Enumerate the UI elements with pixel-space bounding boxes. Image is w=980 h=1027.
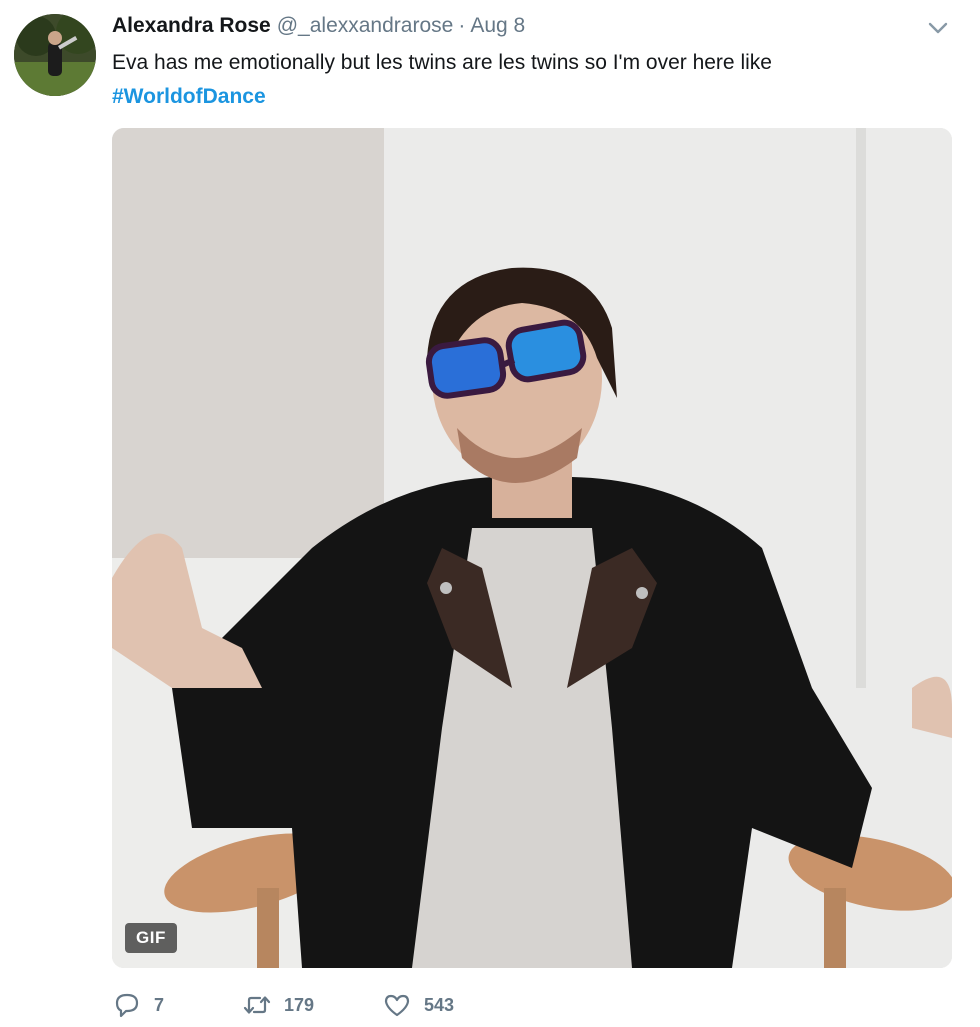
tweet-header: Alexandra Rose @_alexxandrarose · Aug 8: [112, 14, 525, 44]
hashtag-link[interactable]: #WorldofDance: [112, 82, 266, 112]
avatar-photo: [14, 14, 96, 96]
retweet-button[interactable]: 179: [242, 990, 382, 1020]
avatar[interactable]: [14, 14, 96, 96]
retweet-count: 179: [284, 994, 315, 1015]
chevron-down-icon[interactable]: [926, 18, 950, 38]
like-count: 543: [424, 994, 455, 1015]
tweet-card[interactable]: Alexandra Rose @_alexxandrarose · Aug 8 …: [0, 0, 980, 1027]
author-handle[interactable]: @_alexxandrarose: [277, 14, 454, 38]
tweet-text: Eva has me emotionally but les twins are…: [112, 51, 772, 74]
author-name[interactable]: Alexandra Rose: [112, 14, 271, 38]
speech-bubble-icon: [115, 993, 139, 1018]
tweet-actions: 7 179 543: [112, 986, 502, 1024]
gif-media[interactable]: GIF: [112, 128, 952, 968]
reply-button[interactable]: 7: [112, 990, 242, 1020]
heart-icon: [384, 994, 410, 1017]
separator-dot: ·: [458, 14, 466, 37]
gif-frame: [112, 128, 952, 968]
tweet-date[interactable]: Aug 8: [470, 14, 525, 38]
reply-count: 7: [154, 994, 165, 1015]
like-button[interactable]: 543: [382, 990, 502, 1020]
gif-badge: GIF: [125, 923, 177, 953]
retweet-arrows-icon: [243, 996, 271, 1014]
